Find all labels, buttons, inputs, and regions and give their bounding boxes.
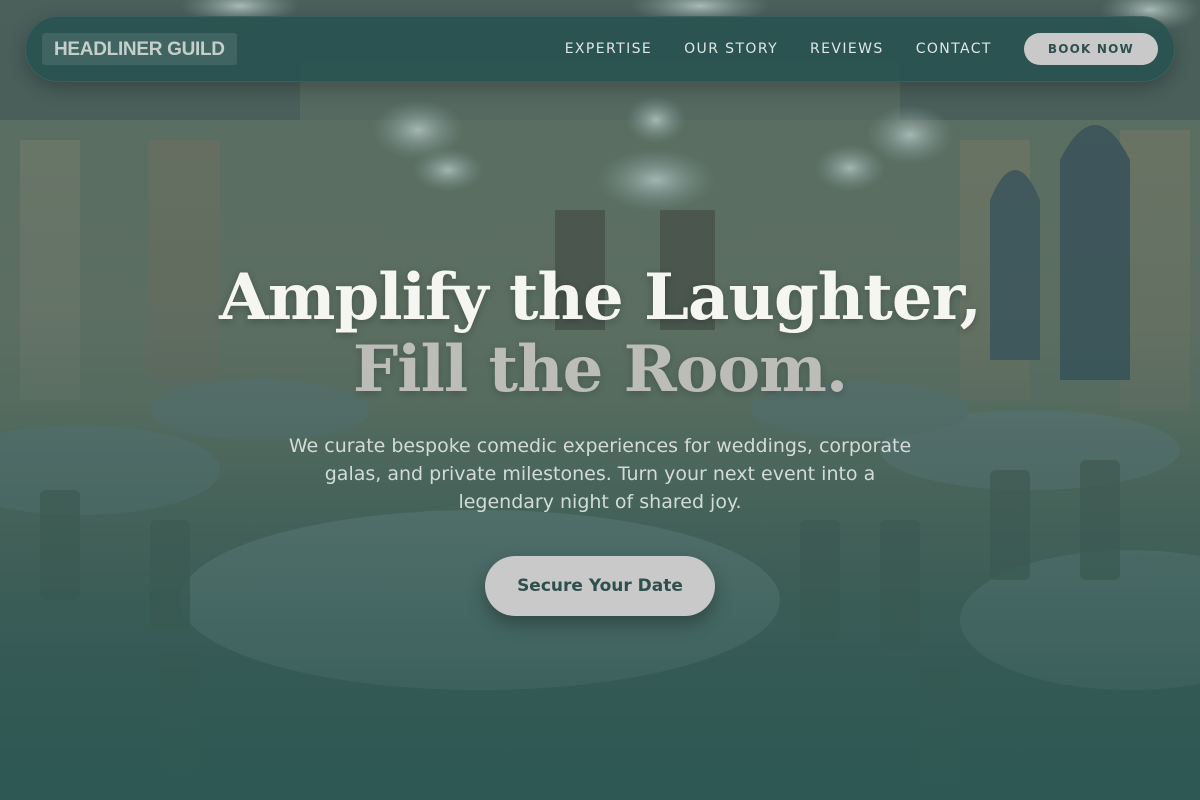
- hero-subtext: We curate bespoke comedic experiences fo…: [288, 435, 912, 513]
- secure-date-button[interactable]: Secure Your Date: [485, 556, 715, 616]
- headline-line-1: Amplify the Laughter,: [219, 260, 982, 335]
- hero-headline: Amplify the Laughter, Fill the Room.: [0, 262, 1200, 406]
- hero-section: Amplify the Laughter, Fill the Room. We …: [0, 0, 1200, 800]
- headline-line-2: Fill the Room.: [352, 332, 848, 407]
